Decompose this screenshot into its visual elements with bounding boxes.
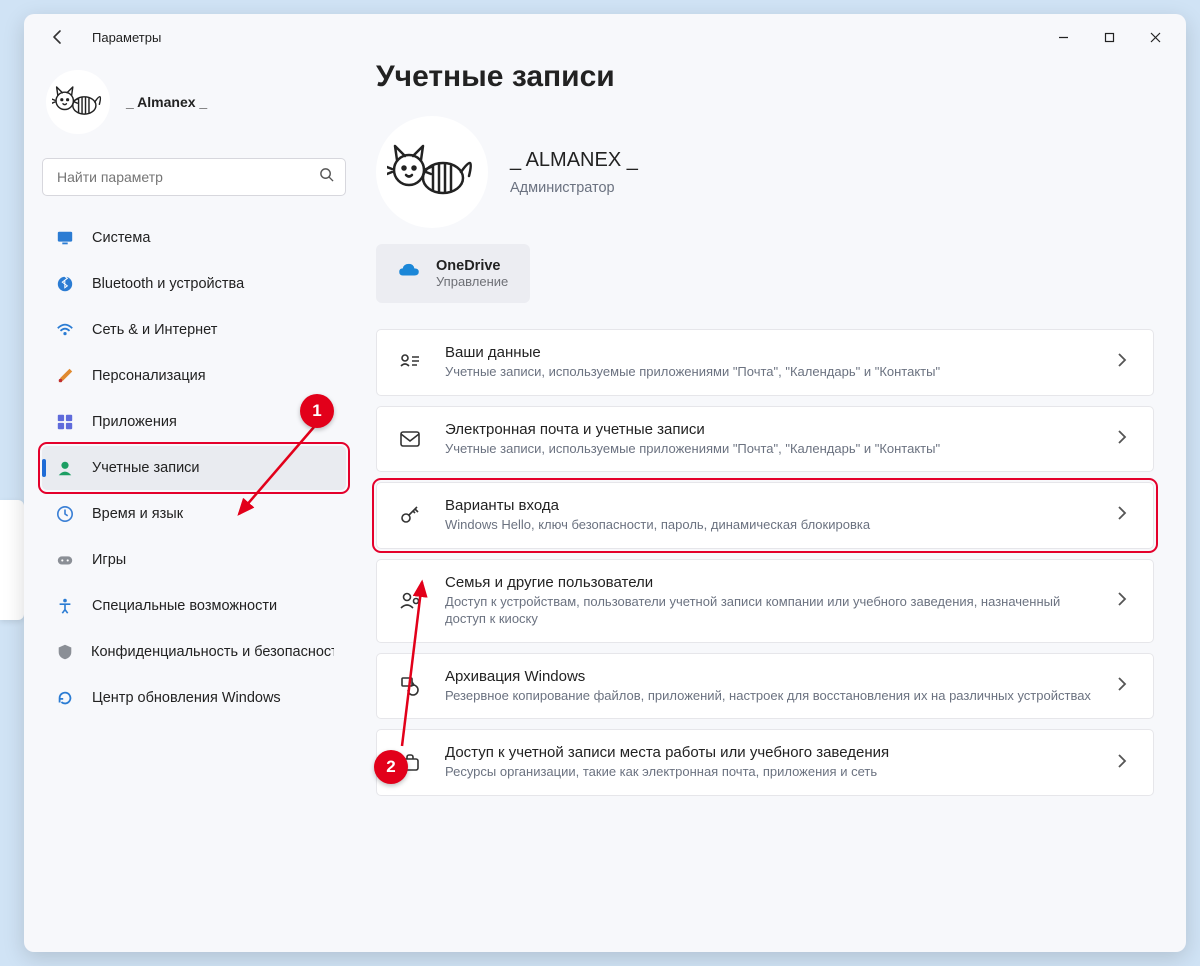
card-work-access[interactable]: Доступ к учетной записи места работы или…	[376, 729, 1154, 796]
apps-icon	[54, 411, 76, 433]
sidebar-profile-name: _ Almanex _	[126, 94, 207, 110]
mail-icon	[395, 424, 425, 454]
card-email[interactable]: Электронная почта и учетные записи Учетн…	[376, 406, 1154, 473]
settings-window: Параметры	[24, 14, 1186, 952]
sidebar-item-label: Игры	[92, 552, 126, 568]
onedrive-card[interactable]: OneDrive Управление	[376, 244, 530, 303]
update-icon	[54, 687, 76, 709]
shield-icon	[54, 641, 75, 663]
sidebar-item-network[interactable]: Сеть & и Интернет	[42, 308, 346, 352]
avatar	[46, 70, 110, 134]
sidebar-item-label: Учетные записи	[92, 460, 200, 476]
close-icon	[1150, 32, 1161, 43]
monitor-icon	[54, 227, 76, 249]
avatar-large	[376, 116, 488, 228]
card-title: Электронная почта и учетные записи	[445, 421, 1097, 438]
gamepad-icon	[54, 549, 76, 571]
sidebar-item-label: Система	[92, 230, 150, 246]
sidebar-item-accessibility[interactable]: Специальные возможности	[42, 584, 346, 628]
sidebar-item-label: Персонализация	[92, 368, 206, 384]
maximize-icon	[1104, 32, 1115, 43]
sidebar-item-label: Конфиденциальность и безопасность	[91, 644, 334, 660]
sidebar: _ Almanex _ Система Bluetooth и устройст…	[24, 60, 364, 952]
maximize-button[interactable]	[1086, 18, 1132, 56]
bluetooth-icon	[54, 273, 76, 295]
titlebar: Параметры	[24, 14, 1186, 60]
card-family[interactable]: Семья и другие пользователи Доступ к уст…	[376, 559, 1154, 643]
wifi-icon	[54, 319, 76, 341]
chevron-right-icon	[1117, 754, 1135, 772]
brush-icon	[54, 365, 76, 387]
people-icon	[395, 586, 425, 616]
card-title: Архивация Windows	[445, 668, 1097, 685]
cat-avatar-icon	[52, 82, 104, 122]
card-sub: Ресурсы организации, такие как электронн…	[445, 763, 1097, 781]
search-icon	[319, 167, 334, 187]
sidebar-item-accounts[interactable]: Учетные записи	[42, 446, 346, 490]
annotation-bubble-1: 1	[300, 394, 334, 428]
cat-avatar-icon	[387, 140, 477, 204]
search-box[interactable]	[42, 158, 346, 196]
chevron-right-icon	[1117, 430, 1135, 448]
id-card-icon	[395, 347, 425, 377]
sidebar-item-time[interactable]: Время и язык	[42, 492, 346, 536]
account-name: _ ALMANEX _	[510, 149, 638, 172]
globe-clock-icon	[54, 503, 76, 525]
minimize-button[interactable]	[1040, 18, 1086, 56]
sidebar-item-gaming[interactable]: Игры	[42, 538, 346, 582]
sidebar-item-label: Bluetooth и устройства	[92, 276, 244, 292]
card-title: Варианты входа	[445, 497, 1097, 514]
close-button[interactable]	[1132, 18, 1178, 56]
person-icon	[54, 457, 76, 479]
onedrive-sub: Управление	[436, 274, 508, 289]
sidebar-item-personalization[interactable]: Персонализация	[42, 354, 346, 398]
card-title: Ваши данные	[445, 344, 1097, 361]
sidebar-item-system[interactable]: Система	[42, 216, 346, 260]
sidebar-item-label: Специальные возможности	[92, 598, 277, 614]
card-signin-options[interactable]: Варианты входа Windows Hello, ключ безоп…	[376, 482, 1154, 549]
card-sub: Windows Hello, ключ безопасности, пароль…	[445, 516, 1097, 534]
page-title: Учетные записи	[376, 60, 1154, 94]
sidebar-item-label: Сеть & и Интернет	[92, 322, 217, 338]
sidebar-item-bluetooth[interactable]: Bluetooth и устройства	[42, 262, 346, 306]
accessibility-icon	[54, 595, 76, 617]
card-sub: Доступ к устройствам, пользователи учетн…	[445, 593, 1097, 628]
minimize-icon	[1058, 32, 1069, 43]
chevron-right-icon	[1117, 506, 1135, 524]
sidebar-item-label: Приложения	[92, 414, 177, 430]
account-profile-header: _ ALMANEX _ Администратор	[376, 116, 1154, 228]
chevron-right-icon	[1117, 677, 1135, 695]
chevron-right-icon	[1117, 592, 1135, 610]
card-backup[interactable]: Архивация Windows Резервное копирование …	[376, 653, 1154, 720]
key-icon	[395, 500, 425, 530]
annotation-bubble-2: 2	[374, 750, 408, 784]
background-edge	[0, 500, 24, 620]
sidebar-item-update[interactable]: Центр обновления Windows	[42, 676, 346, 720]
sidebar-nav: Система Bluetooth и устройства Сеть & и …	[42, 216, 346, 720]
onedrive-icon	[398, 263, 420, 284]
chevron-right-icon	[1117, 353, 1135, 371]
sidebar-item-label: Центр обновления Windows	[92, 690, 281, 706]
sidebar-profile[interactable]: _ Almanex _	[42, 60, 346, 158]
back-button[interactable]	[42, 21, 74, 53]
arrow-left-icon	[50, 29, 66, 45]
account-role: Администратор	[510, 180, 638, 196]
card-title: Доступ к учетной записи места работы или…	[445, 744, 1097, 761]
backup-icon	[395, 671, 425, 701]
cards-list: Ваши данные Учетные записи, используемые…	[376, 329, 1154, 796]
card-sub: Резервное копирование файлов, приложений…	[445, 687, 1097, 705]
search-input[interactable]	[42, 158, 346, 196]
card-your-info[interactable]: Ваши данные Учетные записи, используемые…	[376, 329, 1154, 396]
onedrive-title: OneDrive	[436, 258, 508, 274]
window-title: Параметры	[92, 30, 161, 45]
sidebar-item-label: Время и язык	[92, 506, 183, 522]
card-sub: Учетные записи, используемые приложениям…	[445, 440, 1097, 458]
card-title: Семья и другие пользователи	[445, 574, 1097, 591]
sidebar-item-privacy[interactable]: Конфиденциальность и безопасность	[42, 630, 346, 674]
main-panel: Учетные записи	[364, 60, 1186, 952]
card-sub: Учетные записи, используемые приложениям…	[445, 363, 1097, 381]
